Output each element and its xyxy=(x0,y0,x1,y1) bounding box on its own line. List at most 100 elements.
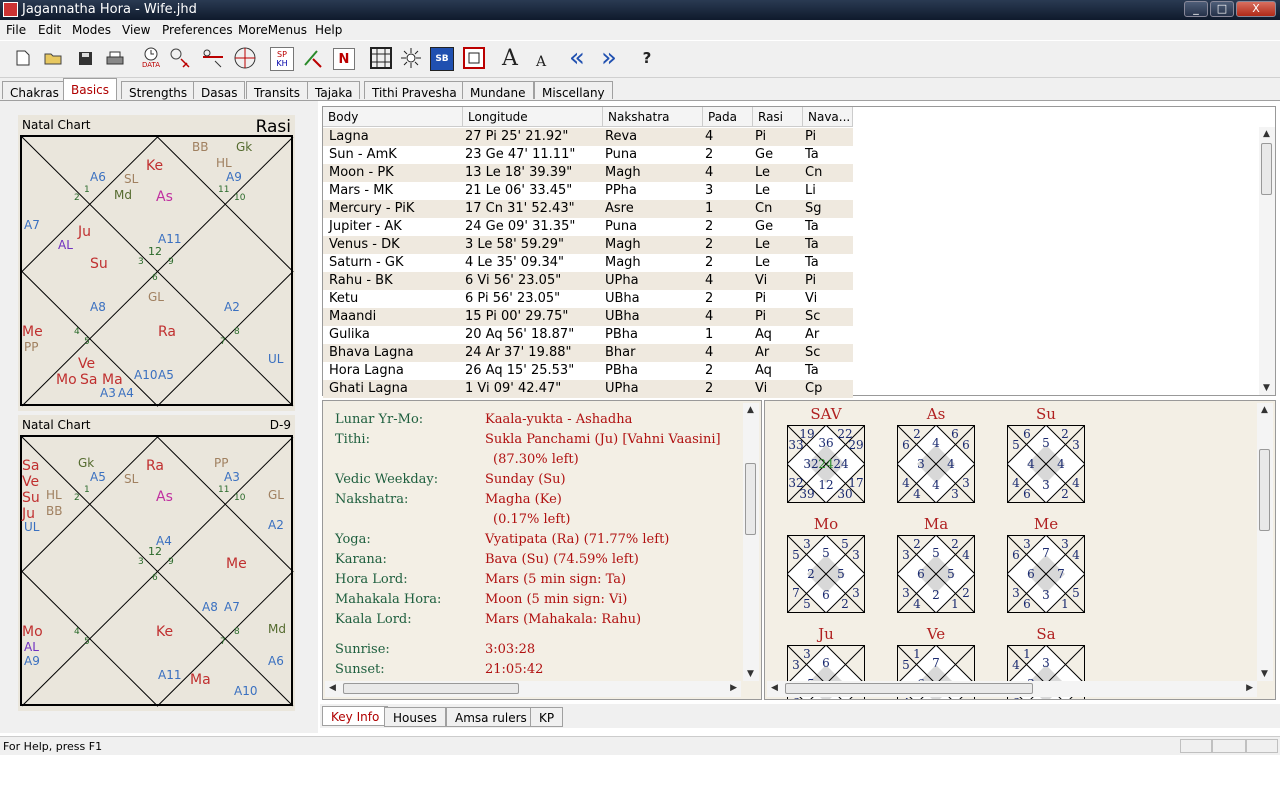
table-row[interactable]: Gulika 20 Aq 56' 18.87" PBha 1 Aq Ar xyxy=(323,326,853,344)
table-row[interactable]: Hora Lagna 26 Aq 15' 25.53" PBha 2 Aq Ta xyxy=(323,362,853,380)
transit-icon[interactable] xyxy=(168,45,194,71)
col-header-longitude[interactable]: Longitude xyxy=(463,107,603,127)
tab-tithi-pravesha[interactable]: Tithi Pravesha xyxy=(364,81,465,100)
menu-moremenus[interactable]: MoreMenus xyxy=(238,23,307,37)
table-row[interactable]: Lagna 27 Pi 25' 21.92" Reva 4 Pi Pi xyxy=(323,128,853,146)
av-bindu: 4 xyxy=(932,478,940,492)
av-bindu: 6 xyxy=(1023,597,1031,611)
help-button[interactable]: ? xyxy=(634,45,660,71)
col-header-navamsa[interactable]: Nava... xyxy=(803,107,853,127)
info-value: 3:03:28 xyxy=(485,642,536,657)
sun-icon[interactable] xyxy=(398,45,424,71)
birth-data-button[interactable]: DATA xyxy=(138,45,164,71)
av-bindu: 2 xyxy=(807,567,815,581)
font-smaller-button[interactable]: A xyxy=(528,49,554,75)
av-chart[interactable]: 426344433466 xyxy=(897,425,975,503)
menu-file[interactable]: File xyxy=(6,23,26,37)
print-icon[interactable] xyxy=(102,45,128,71)
d9-chart[interactable]: Natal Chart D-9 Sa Ve Su Ju UL Gk A5 SL … xyxy=(18,415,295,711)
back-button[interactable]: « xyxy=(564,43,590,73)
table-row[interactable]: Mercury - PiK 17 Cn 31' 52.43" Asre 1 Cn Sg xyxy=(323,200,853,218)
col-header-pada[interactable]: Pada xyxy=(703,107,753,127)
table-row[interactable]: Maandi 15 Pi 00' 29.75" UBha 4 Pi Sc xyxy=(323,308,853,326)
forward-button[interactable]: » xyxy=(596,43,622,73)
tab-kp[interactable]: KP xyxy=(530,707,564,727)
av-chart[interactable]: 535275623535 xyxy=(787,535,865,613)
av-bindu: 1 xyxy=(1061,597,1069,611)
tab-tajaka[interactable]: Tajaka xyxy=(307,81,361,100)
menu-view[interactable]: View xyxy=(122,23,150,37)
av-bindu: 3 xyxy=(1072,438,1080,452)
av-bindu: 4 xyxy=(1012,476,1020,490)
table-row[interactable]: Bhava Lagna 24 Ar 37' 19.88" Bhar 4 Ar Sc xyxy=(323,344,853,362)
main-tab-bar: Chakras Basics Strengths Dasas Transits … xyxy=(0,78,1280,101)
font-bigger-button[interactable]: A xyxy=(497,45,523,71)
menu-edit[interactable]: Edit xyxy=(38,23,61,37)
rasi-chart[interactable]: Natal Chart Rasi Ke As BB Gk HL A9 A6 SL… xyxy=(18,115,295,411)
av-chart[interactable]: 565446324432 xyxy=(1007,425,1085,503)
table-row[interactable]: Moon - PK 13 Le 18' 39.39" Magh 4 Le Cn xyxy=(323,164,853,182)
tab-chakras[interactable]: Chakras xyxy=(2,81,67,100)
av-bindu: 3 xyxy=(1012,586,1020,600)
av-chart[interactable]: 36 19 33 32 32 39 12 30 17 24 29 22 24 xyxy=(787,425,865,503)
tab-strengths[interactable]: Strengths xyxy=(121,81,196,100)
av-bindu: 5 xyxy=(947,567,955,581)
table-vscrollbar[interactable]: ▲ ▼ xyxy=(1259,127,1275,395)
table-row[interactable]: Saturn - GK 4 Le 35' 09.34" Magh 2 Le Ta xyxy=(323,254,853,272)
col-header-nakshatra[interactable]: Nakshatra xyxy=(603,107,703,127)
info-hscrollbar[interactable]: ◀ ▶ xyxy=(325,681,741,697)
open-folder-icon[interactable] xyxy=(40,45,66,71)
menu-preferences[interactable]: Preferences xyxy=(162,23,233,37)
av-bindu: 3 xyxy=(962,476,970,490)
close-button[interactable]: X xyxy=(1236,1,1276,17)
tab-houses[interactable]: Houses xyxy=(384,707,446,727)
tab-dasas[interactable]: Dasas xyxy=(193,81,246,100)
tab-miscellany[interactable]: Miscellany xyxy=(534,81,613,100)
col-header-body[interactable]: Body xyxy=(323,107,463,127)
av-bindu: 2 xyxy=(913,537,921,551)
sb-button[interactable]: SB xyxy=(430,47,454,71)
tab-transits[interactable]: Transits xyxy=(246,81,309,100)
cell-pada: 2 xyxy=(705,381,714,396)
cell-navamsa: Ta xyxy=(805,219,819,234)
app-icon[interactable] xyxy=(3,2,18,17)
av-bindu: 4 xyxy=(1072,476,1080,490)
av-bindu: 3 xyxy=(1061,537,1069,551)
av-vscrollbar[interactable]: ▲ ▼ xyxy=(1257,403,1273,681)
tab-mundane[interactable]: Mundane xyxy=(462,81,534,100)
info-vscrollbar[interactable]: ▲ ▼ xyxy=(743,403,759,681)
cell-rasi: Vi xyxy=(755,381,768,396)
new-file-icon[interactable] xyxy=(10,45,36,71)
av-chart[interactable]: 523634212542 xyxy=(897,535,975,613)
table-row[interactable]: Sun - AmK 23 Ge 47' 11.11" Puna 2 Ge Ta xyxy=(323,146,853,164)
table-row[interactable]: Mars - MK 21 Le 06' 33.45" PPha 3 Le Li xyxy=(323,182,853,200)
info-label: Kaala Lord: xyxy=(335,612,412,627)
n-button[interactable]: N xyxy=(333,48,355,70)
menu-help[interactable]: Help xyxy=(315,23,342,37)
col-header-rasi[interactable]: Rasi xyxy=(753,107,803,127)
cell-rasi: Pi xyxy=(755,291,767,306)
menu-modes[interactable]: Modes xyxy=(72,23,111,37)
d9-chart-label: Natal Chart xyxy=(22,418,91,432)
grid-icon[interactable] xyxy=(368,45,394,71)
sq-chart-icon[interactable] xyxy=(461,45,487,71)
av-bindu: 2 xyxy=(1061,487,1069,501)
tools-icon[interactable] xyxy=(200,45,226,71)
av-hscrollbar[interactable]: ◀ ▶ xyxy=(767,681,1257,697)
table-row[interactable]: Venus - DK 3 Le 58' 59.29" Magh 2 Le Ta xyxy=(323,236,853,254)
arrow-green-icon[interactable] xyxy=(300,45,326,71)
maximize-button[interactable]: □ xyxy=(1210,1,1234,17)
tab-amsa-rulers[interactable]: Amsa rulers xyxy=(446,707,536,727)
table-row[interactable]: Ghati Lagna 1 Vi 09' 42.47" UPha 2 Vi Cp xyxy=(323,380,853,398)
sp-kh-button[interactable]: SP KH xyxy=(270,47,294,71)
table-row[interactable]: Jupiter - AK 24 Ge 09' 31.35" Puna 2 Ge Ta xyxy=(323,218,853,236)
cell-pada: 3 xyxy=(705,183,714,198)
save-icon[interactable] xyxy=(72,45,98,71)
tab-key-info[interactable]: Key Info xyxy=(322,706,389,726)
tab-basics[interactable]: Basics xyxy=(63,78,118,100)
wheel-icon[interactable] xyxy=(232,45,258,71)
minimize-button[interactable]: _ xyxy=(1184,1,1208,17)
table-row[interactable]: Rahu - BK 6 Vi 56' 23.05" UPha 4 Vi Pi xyxy=(323,272,853,290)
av-chart[interactable]: 736636315743 xyxy=(1007,535,1085,613)
table-row[interactable]: Ketu 6 Pi 56' 23.05" UBha 2 Pi Vi xyxy=(323,290,853,308)
